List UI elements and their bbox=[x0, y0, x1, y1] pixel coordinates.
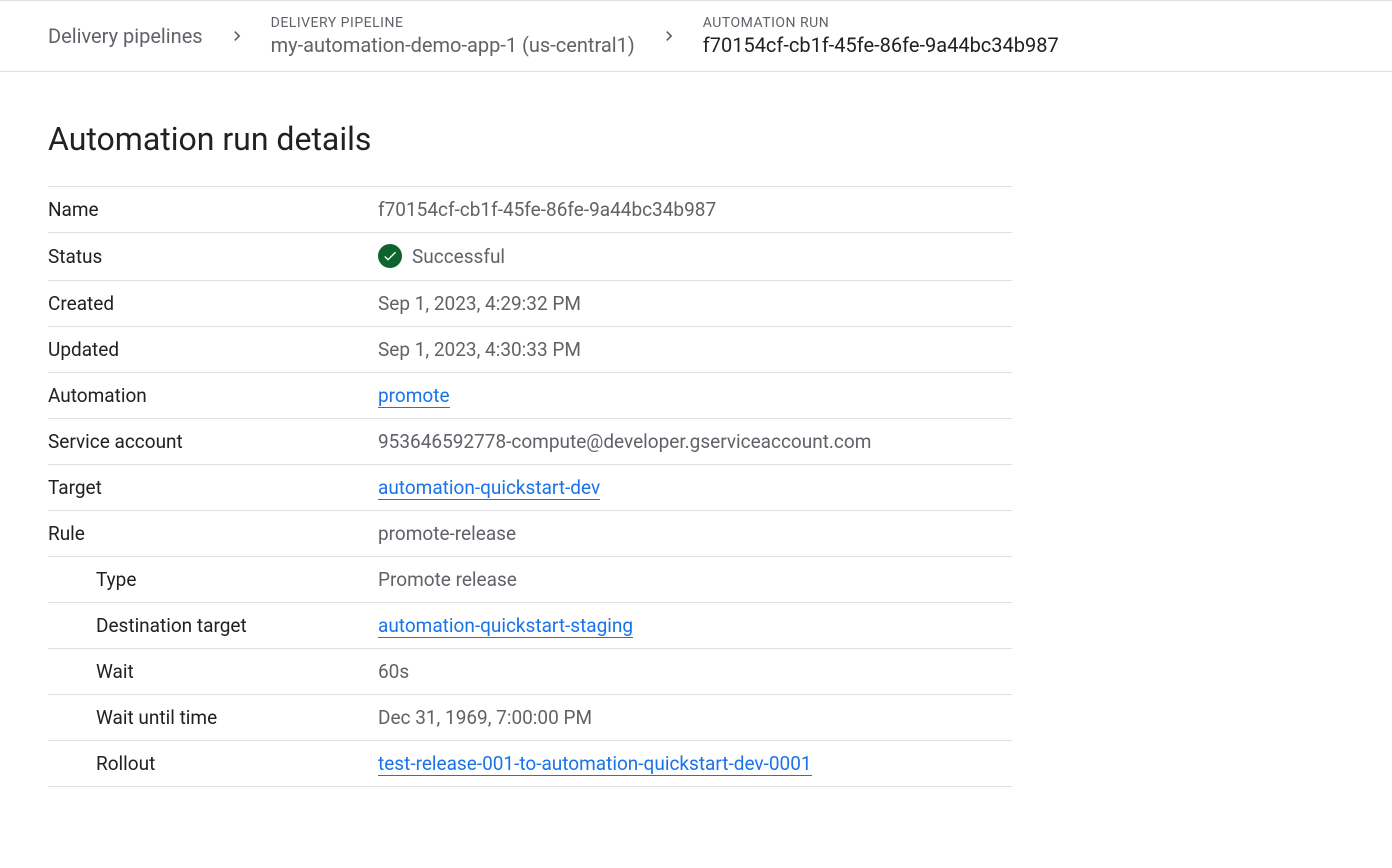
type-label: Type bbox=[48, 557, 378, 603]
rule-label: Rule bbox=[48, 511, 378, 557]
breadcrumb-pipeline-label: DELIVERY PIPELINE bbox=[271, 15, 635, 31]
status-value-cell: Successful bbox=[378, 233, 1012, 281]
page-title: Automation run details bbox=[48, 120, 1012, 158]
details-table: Name f70154cf-cb1f-45fe-86fe-9a44bc34b98… bbox=[48, 186, 1012, 787]
row-rollout: Rollout test-release-001-to-automation-q… bbox=[48, 741, 1012, 787]
created-label: Created bbox=[48, 281, 378, 327]
updated-label: Updated bbox=[48, 327, 378, 373]
wait-label: Wait bbox=[48, 649, 378, 695]
chevron-right-icon bbox=[659, 26, 679, 46]
status-value: Successful bbox=[412, 245, 505, 268]
row-destination-target: Destination target automation-quickstart… bbox=[48, 603, 1012, 649]
wait-value: 60s bbox=[378, 649, 1012, 695]
created-value: Sep 1, 2023, 4:29:32 PM bbox=[378, 281, 1012, 327]
row-name: Name f70154cf-cb1f-45fe-86fe-9a44bc34b98… bbox=[48, 187, 1012, 233]
row-status: Status Successful bbox=[48, 233, 1012, 281]
breadcrumb-run-label: AUTOMATION RUN bbox=[703, 15, 1059, 31]
name-value: f70154cf-cb1f-45fe-86fe-9a44bc34b987 bbox=[378, 187, 1012, 233]
name-label: Name bbox=[48, 187, 378, 233]
breadcrumb-root[interactable]: Delivery pipelines bbox=[48, 24, 203, 48]
wait-until-label: Wait until time bbox=[48, 695, 378, 741]
service-account-label: Service account bbox=[48, 419, 378, 465]
chevron-right-icon bbox=[227, 26, 247, 46]
rollout-link[interactable]: test-release-001-to-automation-quickstar… bbox=[378, 752, 812, 776]
row-target: Target automation-quickstart-dev bbox=[48, 465, 1012, 511]
target-label: Target bbox=[48, 465, 378, 511]
breadcrumb-run-value: f70154cf-cb1f-45fe-86fe-9a44bc34b987 bbox=[703, 33, 1059, 57]
wait-until-value: Dec 31, 1969, 7:00:00 PM bbox=[378, 695, 1012, 741]
updated-value: Sep 1, 2023, 4:30:33 PM bbox=[378, 327, 1012, 373]
service-account-value: 953646592778-compute@developer.gservicea… bbox=[378, 419, 1012, 465]
breadcrumb: Delivery pipelines DELIVERY PIPELINE my-… bbox=[0, 0, 1392, 72]
row-service-account: Service account 953646592778-compute@dev… bbox=[48, 419, 1012, 465]
row-created: Created Sep 1, 2023, 4:29:32 PM bbox=[48, 281, 1012, 327]
row-updated: Updated Sep 1, 2023, 4:30:33 PM bbox=[48, 327, 1012, 373]
type-value: Promote release bbox=[378, 557, 1012, 603]
automation-link[interactable]: promote bbox=[378, 384, 450, 408]
rollout-label: Rollout bbox=[48, 741, 378, 787]
automation-label: Automation bbox=[48, 373, 378, 419]
target-link[interactable]: automation-quickstart-dev bbox=[378, 476, 600, 500]
main-content: Automation run details Name f70154cf-cb1… bbox=[0, 72, 1060, 811]
breadcrumb-pipeline[interactable]: DELIVERY PIPELINE my-automation-demo-app… bbox=[271, 15, 635, 57]
success-check-icon bbox=[378, 244, 402, 268]
row-wait: Wait 60s bbox=[48, 649, 1012, 695]
dest-target-link[interactable]: automation-quickstart-staging bbox=[378, 614, 633, 638]
dest-target-label: Destination target bbox=[48, 603, 378, 649]
row-rule: Rule promote-release bbox=[48, 511, 1012, 557]
row-automation: Automation promote bbox=[48, 373, 1012, 419]
row-wait-until: Wait until time Dec 31, 1969, 7:00:00 PM bbox=[48, 695, 1012, 741]
row-type: Type Promote release bbox=[48, 557, 1012, 603]
breadcrumb-run: AUTOMATION RUN f70154cf-cb1f-45fe-86fe-9… bbox=[703, 15, 1059, 57]
rule-value: promote-release bbox=[378, 511, 1012, 557]
breadcrumb-root-label: Delivery pipelines bbox=[48, 24, 203, 48]
status-label: Status bbox=[48, 233, 378, 281]
breadcrumb-pipeline-value: my-automation-demo-app-1 (us-central1) bbox=[271, 33, 635, 57]
